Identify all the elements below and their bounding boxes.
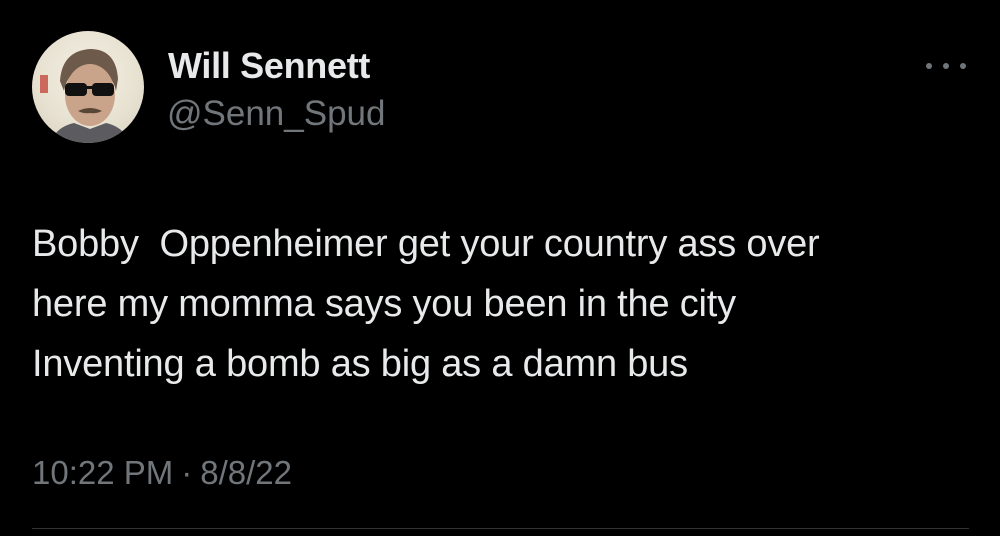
- divider: [32, 528, 969, 529]
- tweet-time: 10:22 PM: [32, 454, 174, 491]
- more-dot: [943, 63, 949, 69]
- tweet-card: Will Sennett @Senn_Spud Bobby Oppenheime…: [0, 0, 1000, 536]
- tweet-text: Bobby Oppenheimer get your country ass o…: [32, 223, 820, 385]
- more-options-icon[interactable]: [926, 52, 966, 80]
- more-dot: [926, 63, 932, 69]
- tweet-timestamp[interactable]: 10:22 PM · 8/8/22: [32, 448, 292, 498]
- avatar[interactable]: [32, 31, 144, 143]
- more-dot: [960, 63, 966, 69]
- author-handle[interactable]: @Senn_Spud: [167, 92, 385, 136]
- meta-separator: ·: [181, 454, 193, 491]
- avatar-photo: [40, 49, 130, 143]
- tweet-date: 8/8/22: [200, 454, 292, 491]
- author-display-name[interactable]: Will Sennett: [168, 44, 370, 88]
